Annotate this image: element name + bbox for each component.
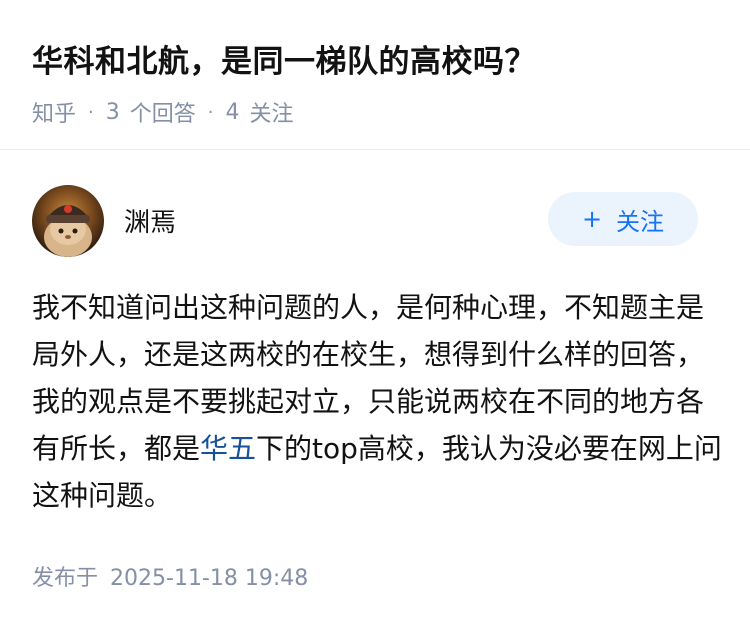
follow-button-label: 关注: [616, 207, 665, 236]
followers-label[interactable]: 关注: [250, 96, 294, 128]
avatar[interactable]: [32, 185, 104, 257]
published-label: 发布于: [32, 566, 99, 591]
published-date: 2025-11-18 19:48: [110, 566, 309, 591]
separator-dot: ·: [207, 101, 214, 123]
followers-count: 4: [225, 99, 240, 125]
source-label[interactable]: 知乎: [32, 96, 76, 128]
question-meta: 知乎 · 3 个回答 · 4 关注: [32, 96, 294, 128]
answers-label[interactable]: 个回答: [130, 96, 196, 128]
answer-author-bar: 渊焉 + 关注: [0, 180, 750, 260]
publish-time: 发布于 2025-11-18 19:48: [32, 560, 308, 592]
plus-icon: +: [581, 205, 603, 233]
question-header: 华科和北航，是同一梯队的高校吗？ 知乎 · 3 个回答 · 4 关注: [0, 0, 750, 150]
answers-count: 3: [105, 99, 120, 125]
answer-content: 我不知道问出这种问题的人，是何种心理，不知题主是局外人，还是这两校的在校生，想得…: [32, 284, 722, 519]
follow-button[interactable]: + 关注: [548, 192, 698, 246]
avatar-image: [32, 185, 104, 257]
question-title[interactable]: 华科和北航，是同一梯队的高校吗？: [32, 36, 536, 81]
separator-dot: ·: [88, 101, 94, 123]
answer-inline-link[interactable]: 华五: [200, 432, 256, 465]
author-name[interactable]: 渊焉: [124, 202, 176, 239]
